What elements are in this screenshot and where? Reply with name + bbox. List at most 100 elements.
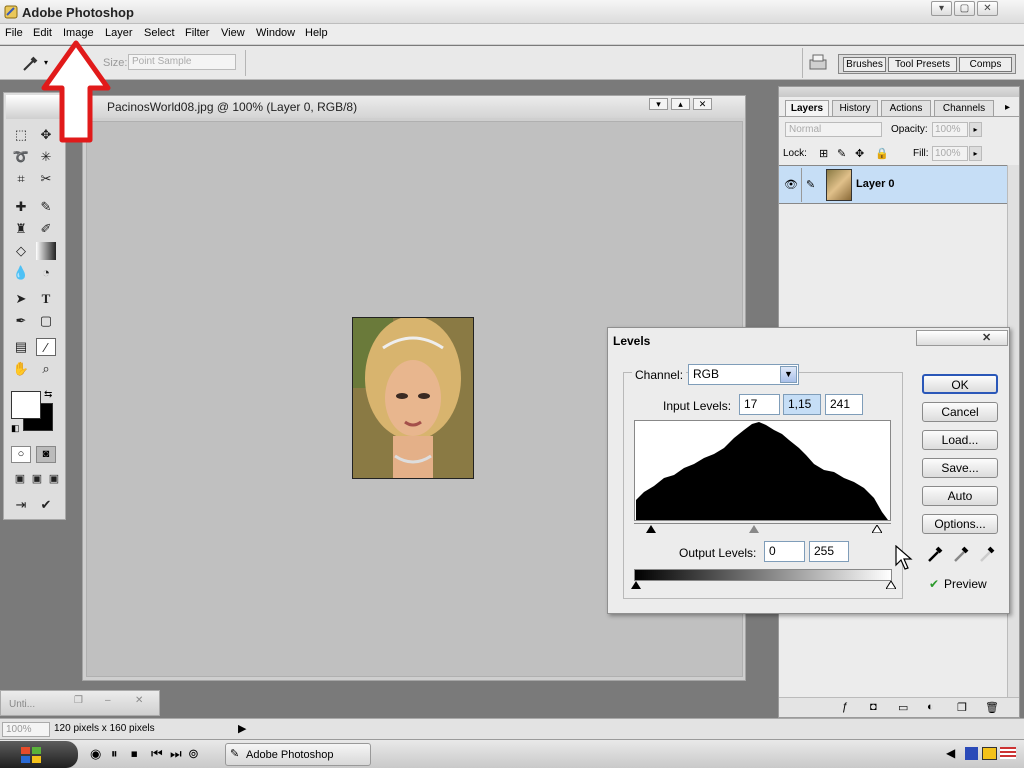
history-brush-tool-icon[interactable]: ✐: [36, 220, 56, 238]
media-stop-icon[interactable]: ⏹: [131, 746, 138, 762]
load-button[interactable]: Load...: [922, 430, 998, 450]
output-black-field[interactable]: 0: [764, 541, 805, 562]
restore-doc-icon[interactable]: ❐: [74, 695, 83, 706]
menu-filter[interactable]: Filter: [185, 27, 209, 39]
save-button[interactable]: Save...: [922, 458, 998, 478]
dodge-tool-icon[interactable]: ◔: [36, 264, 56, 282]
cancel-button[interactable]: Cancel: [922, 402, 998, 422]
new-group-icon[interactable]: ▭: [898, 701, 908, 714]
trash-icon[interactable]: 🗑: [985, 701, 999, 714]
shape-tool-icon[interactable]: ▢: [36, 312, 56, 330]
document-image[interactable]: [352, 317, 474, 479]
menu-help[interactable]: Help: [305, 27, 328, 39]
new-layer-icon[interactable]: ❐: [957, 701, 967, 714]
tray-language-flag-icon[interactable]: [1000, 747, 1016, 759]
layer-style-icon[interactable]: ƒ: [842, 701, 848, 713]
blur-tool-icon[interactable]: 💧: [11, 264, 31, 282]
swap-colors-icon[interactable]: ⇆: [44, 389, 52, 400]
tray-volume-icon[interactable]: ◀: [946, 746, 955, 760]
output-white-field[interactable]: 255: [809, 541, 849, 562]
tab-channels[interactable]: Channels: [934, 100, 994, 116]
ok-button[interactable]: OK: [922, 374, 998, 394]
lock-all-icon[interactable]: 🔒: [875, 147, 889, 160]
tab-history[interactable]: History: [832, 100, 878, 116]
close-button[interactable]: ✕: [977, 1, 998, 16]
screen-mode-full-icon[interactable]: ▣: [44, 470, 64, 488]
menu-window[interactable]: Window: [256, 27, 295, 39]
status-menu-arrow-icon[interactable]: ▶: [238, 722, 246, 735]
doc-close-button[interactable]: ✕: [693, 98, 712, 110]
layer-row[interactable]: 👁 ✎ Layer 0: [779, 165, 1019, 204]
menu-select[interactable]: Select: [144, 27, 175, 39]
black-eyedropper-icon[interactable]: [926, 545, 944, 563]
layer-mask-icon[interactable]: ◘: [870, 701, 877, 713]
slice-tool-icon[interactable]: ✂: [36, 170, 56, 188]
tab-tool-presets[interactable]: Tool Presets: [888, 57, 957, 72]
input-white-slider-icon[interactable]: [872, 525, 882, 533]
levels-close-icon[interactable]: ✕: [982, 331, 991, 344]
media-pause-icon[interactable]: ⏸: [111, 746, 118, 762]
eyedropper-toolbox-icon[interactable]: ⁄: [36, 338, 56, 356]
eye-visibility-icon[interactable]: 👁: [784, 178, 798, 191]
lasso-tool-icon[interactable]: ➰: [11, 148, 31, 166]
minimized-document[interactable]: Unti... ❐ – ✕: [0, 690, 160, 716]
opacity-field[interactable]: 100%: [932, 122, 968, 137]
tab-layers[interactable]: Layers: [785, 100, 829, 116]
fill-arrow-icon[interactable]: ▸: [969, 146, 982, 161]
opacity-arrow-icon[interactable]: ▸: [969, 122, 982, 137]
lock-image-icon[interactable]: ✎: [837, 147, 846, 160]
tab-brushes[interactable]: Brushes: [843, 57, 886, 72]
taskbar-task-photoshop[interactable]: ✎ Adobe Photoshop: [225, 743, 371, 766]
input-gamma-slider-icon[interactable]: [749, 525, 759, 533]
tab-actions[interactable]: Actions: [881, 100, 931, 116]
menu-edit[interactable]: Edit: [33, 27, 52, 39]
hand-tool-icon[interactable]: ✋: [11, 360, 31, 378]
healing-brush-tool-icon[interactable]: ✚: [11, 198, 31, 216]
pen-tool-icon[interactable]: ✒: [11, 312, 31, 330]
media-previous-icon[interactable]: ⏮: [151, 746, 163, 762]
tray-ati-icon[interactable]: [982, 747, 997, 760]
zoom-field[interactable]: 100%: [2, 722, 50, 737]
type-tool-icon[interactable]: T: [36, 290, 56, 308]
eraser-tool-icon[interactable]: ◇: [11, 242, 31, 260]
standard-mode-icon[interactable]: ○: [11, 446, 31, 463]
file-browser-icon[interactable]: [808, 53, 828, 71]
quick-mask-icon[interactable]: ◙: [36, 446, 56, 463]
media-menu-icon[interactable]: ⊚: [188, 746, 199, 762]
clone-stamp-tool-icon[interactable]: ♜: [11, 220, 31, 238]
menu-image[interactable]: Image: [63, 27, 94, 39]
minimize-button[interactable]: ▾: [931, 1, 952, 16]
eyedropper-tool-icon[interactable]: [20, 54, 42, 72]
input-black-field[interactable]: 17: [739, 394, 780, 415]
lock-transparency-icon[interactable]: ⊞: [819, 147, 828, 160]
input-black-slider-icon[interactable]: [646, 525, 656, 533]
options-button[interactable]: Options...: [922, 514, 998, 534]
foreground-color-swatch[interactable]: [11, 391, 41, 419]
start-button[interactable]: [0, 741, 78, 768]
close-doc-icon[interactable]: ✕: [135, 695, 143, 706]
minimize-doc-icon[interactable]: –: [105, 695, 111, 706]
zoom-tool-icon[interactable]: ⌕: [36, 360, 56, 378]
output-white-slider-icon[interactable]: [886, 581, 896, 589]
marquee-tool-icon[interactable]: ⬚: [11, 126, 31, 144]
gradient-tool-icon[interactable]: [36, 242, 56, 260]
layer-name[interactable]: Layer 0: [856, 178, 895, 190]
gray-eyedropper-icon[interactable]: [952, 545, 970, 563]
doc-minimize-button[interactable]: ▾: [649, 98, 668, 110]
sample-size-select[interactable]: Point Sample: [128, 54, 236, 70]
white-eyedropper-icon[interactable]: [978, 545, 996, 563]
blend-mode-select[interactable]: Normal: [785, 122, 882, 137]
tab-comps[interactable]: Comps: [959, 57, 1012, 72]
maximize-button[interactable]: ▢: [954, 1, 975, 16]
output-black-slider-icon[interactable]: [631, 581, 641, 589]
media-record-icon[interactable]: ◉: [90, 746, 101, 762]
adjustment-layer-icon[interactable]: ◐: [927, 701, 934, 713]
media-next-icon[interactable]: ⏭: [170, 746, 182, 762]
crop-tool-icon[interactable]: ⌗: [11, 170, 31, 188]
input-white-field[interactable]: 241: [825, 394, 863, 415]
menu-layer[interactable]: Layer: [105, 27, 133, 39]
menu-view[interactable]: View: [221, 27, 245, 39]
channel-dropdown-icon[interactable]: ▼: [780, 366, 797, 383]
lock-position-icon[interactable]: ✥: [855, 147, 864, 160]
edit-in-imageready-icon[interactable]: ✔: [36, 496, 56, 514]
